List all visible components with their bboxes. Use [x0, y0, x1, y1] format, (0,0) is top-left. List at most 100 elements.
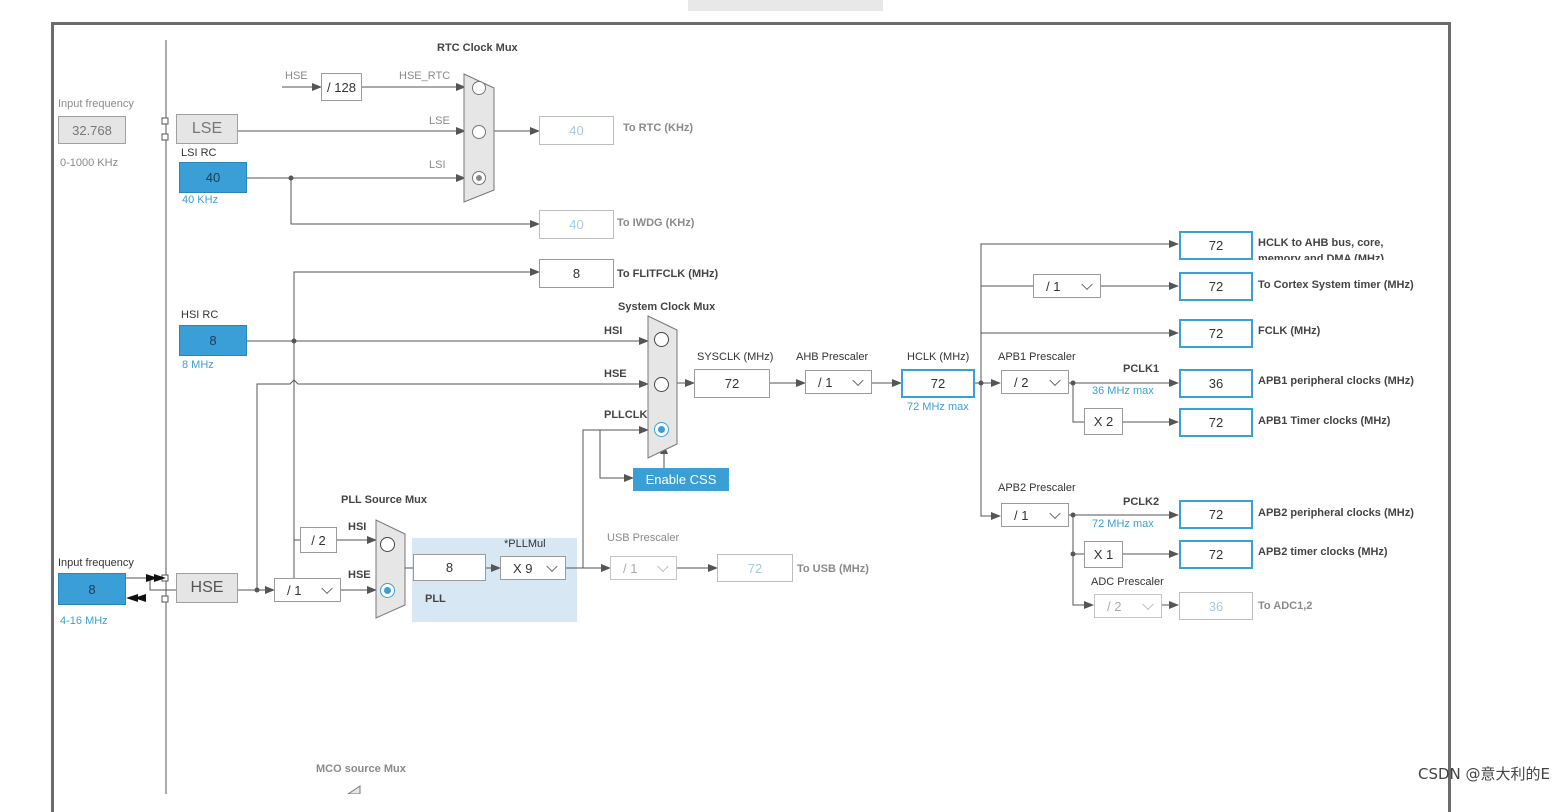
sysmux-radio-hse[interactable]	[654, 377, 669, 392]
adc-output-label: To ADC1,2	[1258, 600, 1313, 612]
usb-prescaler-label: USB Prescaler	[607, 532, 680, 544]
rtc-mux-radio-lse[interactable]	[472, 125, 486, 139]
pclk2-max-label: 72 MHz max	[1092, 518, 1154, 530]
pllsrc-input-hse: HSE	[348, 569, 371, 581]
rtc-mux-title: RTC Clock Mux	[437, 42, 518, 54]
hse-block: HSE	[176, 573, 238, 603]
chevron-down-icon	[1049, 507, 1061, 520]
hse-prediv-value: / 1	[287, 582, 302, 598]
adc-output-value: 36	[1179, 592, 1253, 620]
hse-range-label: 4-16 MHz	[60, 615, 108, 627]
hsi-rc-value: 8	[179, 325, 247, 356]
pll-input-value: 8	[413, 554, 486, 581]
output-apb1-timer-value[interactable]: 72	[1179, 408, 1253, 437]
apb2-timer-multiplier: X 1	[1084, 541, 1123, 568]
usb-output-value: 72	[717, 554, 793, 582]
hse-frequency-input[interactable]: 8	[58, 573, 126, 605]
lse-range-label: 0-1000 KHz	[60, 157, 119, 169]
sysmux-radio-pllclk[interactable]	[654, 422, 669, 437]
clock-configuration-canvas: Input frequency 32.768 0-1000 KHz LSE LS…	[0, 0, 1564, 812]
hclk-max-label: 72 MHz max	[907, 401, 969, 413]
lsi-rc-value: 40	[179, 162, 247, 193]
rtc-mux-radio-lsi[interactable]	[472, 171, 486, 185]
pll-hsi-divider: / 2	[300, 527, 337, 553]
flitfclk-label: To FLITFCLK (MHz)	[617, 268, 719, 280]
usb-prescaler-value: / 1	[623, 560, 638, 576]
output-apb2-peripheral-value[interactable]: 72	[1179, 500, 1253, 529]
rtc-lse-label: LSE	[429, 115, 450, 127]
ahb-prescaler-select[interactable]: / 1	[805, 370, 872, 394]
pclk1-max-label: 36 MHz max	[1092, 385, 1154, 397]
to-rtc-value: 40	[539, 116, 614, 145]
sysmux-input-hse: HSE	[604, 368, 627, 380]
chevron-down-icon	[1081, 278, 1093, 291]
output-cortex-timer-label: To Cortex System timer (MHz)	[1258, 279, 1414, 291]
pll-mul-select[interactable]: X 9	[500, 556, 566, 580]
apb1-prescaler-select[interactable]: / 2	[1001, 370, 1069, 394]
apb1-prescaler-label: APB1 Prescaler	[998, 351, 1076, 363]
pllsrc-radio-hsi[interactable]	[380, 537, 395, 552]
pll-block-label: PLL	[425, 593, 446, 605]
ahb-prescaler-value: / 1	[818, 374, 833, 390]
usb-output-label: To USB (MHz)	[797, 563, 869, 575]
pclk1-label: PCLK1	[1123, 363, 1160, 375]
sysmux-radio-hsi[interactable]	[654, 332, 669, 347]
to-iwdg-value: 40	[539, 210, 614, 239]
watermark: CSDN @意大利的E	[1417, 765, 1550, 783]
lse-block: LSE	[176, 114, 238, 144]
output-apb1-timer-label: APB1 Timer clocks (MHz)	[1258, 415, 1391, 427]
output-hclk-ahb-value[interactable]: 72	[1179, 231, 1253, 260]
apb2-prescaler-select[interactable]: / 1	[1001, 503, 1069, 527]
chevron-down-icon	[657, 560, 669, 573]
mco-source-mux-title: MCO source Mux	[316, 763, 406, 775]
lsi-rc-unit: 40 KHz	[182, 194, 219, 206]
rtc-div-128: / 128	[321, 73, 362, 101]
cortex-timer-divider-select[interactable]: / 1	[1033, 274, 1101, 298]
sysmux-input-hsi: HSI	[604, 325, 623, 337]
adc-prescaler-select[interactable]: / 2	[1094, 594, 1162, 618]
cortex-timer-divider-value: / 1	[1046, 278, 1061, 294]
hclk-label: HCLK (MHz)	[907, 351, 970, 363]
pll-mul-label: *PLLMul	[504, 538, 546, 550]
adc-prescaler-value: / 2	[1107, 598, 1122, 614]
system-clock-mux-title: System Clock Mux	[618, 301, 716, 313]
apb1-timer-multiplier: X 2	[1084, 408, 1123, 435]
output-apb1-peripheral-value[interactable]: 36	[1179, 369, 1253, 398]
rtc-mux-radio-hse[interactable]	[472, 81, 486, 95]
output-fclk-value[interactable]: 72	[1179, 319, 1253, 348]
pllsrc-radio-hse[interactable]	[380, 583, 395, 598]
lsi-rc-label: LSI RC	[181, 147, 217, 159]
pll-source-mux-title: PLL Source Mux	[341, 494, 427, 506]
apb2-prescaler-label: APB2 Prescaler	[998, 482, 1076, 494]
hse-prediv-select[interactable]: / 1	[274, 578, 341, 602]
output-apb2-timer-label: APB2 timer clocks (MHz)	[1258, 546, 1388, 558]
sysclk-label: SYSCLK (MHz)	[697, 351, 774, 363]
lse-input-label: Input frequency	[58, 98, 134, 110]
hclk-value[interactable]: 72	[901, 369, 975, 398]
to-rtc-label: To RTC (KHz)	[623, 122, 694, 134]
sysclk-value[interactable]: 72	[694, 369, 770, 398]
sysmux-input-pllclk: PLLCLK	[604, 409, 648, 421]
usb-prescaler-select[interactable]: / 1	[610, 556, 677, 580]
pclk2-label: PCLK2	[1123, 496, 1160, 508]
chevron-down-icon	[1142, 598, 1154, 611]
enable-css-button[interactable]: Enable CSS	[633, 468, 729, 491]
hsi-rc-label: HSI RC	[181, 309, 219, 321]
apb2-prescaler-value: / 1	[1014, 507, 1029, 523]
rtc-hse-label: HSE	[285, 70, 308, 82]
output-apb2-timer-value[interactable]: 72	[1179, 540, 1253, 569]
rtc-lsi-label: LSI	[429, 159, 446, 171]
lse-frequency-input[interactable]: 32.768	[58, 116, 126, 144]
pllsrc-input-hsi: HSI	[348, 521, 367, 533]
chevron-down-icon	[1049, 374, 1061, 387]
rtc-hse-rtc-label: HSE_RTC	[399, 70, 451, 82]
output-apb1-peripheral-label: APB1 peripheral clocks (MHz)	[1258, 375, 1414, 387]
output-fclk-label: FCLK (MHz)	[1258, 325, 1321, 337]
pll-mul-value: X 9	[513, 560, 533, 576]
hse-input-label: Input frequency	[58, 557, 134, 569]
ahb-prescaler-label: AHB Prescaler	[796, 351, 869, 363]
chevron-down-icon	[321, 582, 333, 595]
output-cortex-timer-value[interactable]: 72	[1179, 272, 1253, 301]
adc-prescaler-label: ADC Prescaler	[1091, 576, 1164, 588]
chevron-down-icon	[546, 560, 558, 573]
